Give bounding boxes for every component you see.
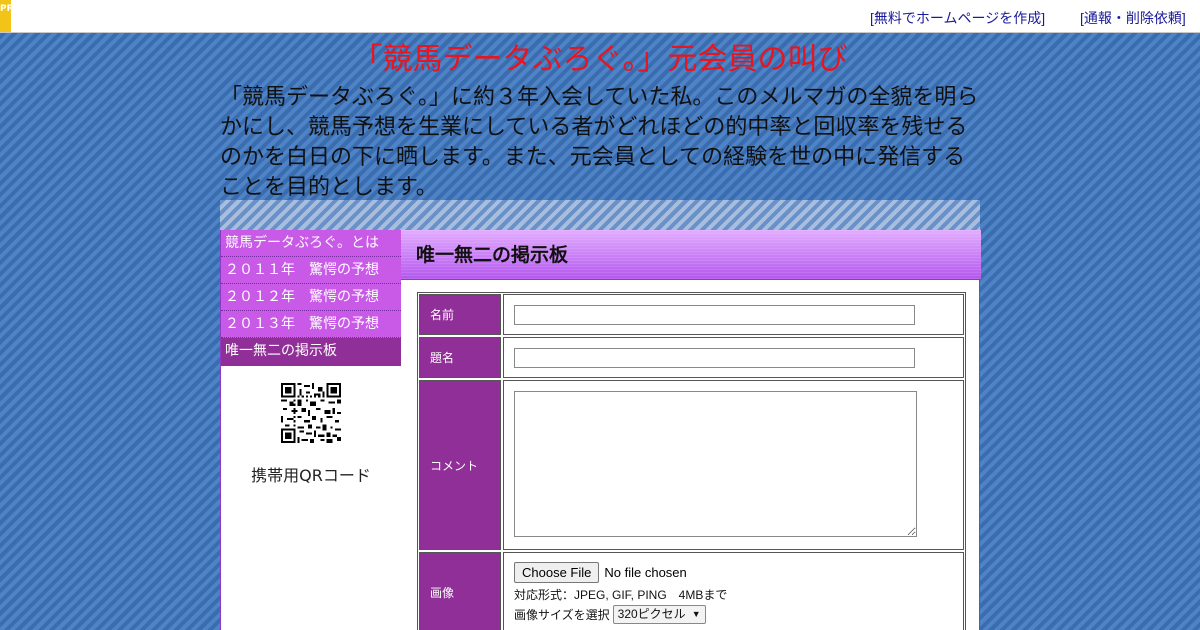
sidebar-item-2013[interactable]: ２０１３年 驚愕の予想 (221, 311, 401, 338)
chevron-down-icon: ▼ (691, 609, 701, 619)
choose-file-button[interactable]: Choose File (514, 562, 600, 583)
comment-textarea[interactable] (514, 391, 917, 537)
create-homepage-link[interactable]: [無料でホームページを作成] (870, 8, 1045, 28)
form-row-subject: 題名 (419, 337, 964, 378)
image-label: 画像 (419, 552, 501, 630)
site-description: 「競馬データぶろぐ。」に約３年入会していた私。このメルマガの全貌を明らかにし、競… (220, 85, 979, 200)
image-size-row: 画像サイズを選択 320ピクセル ▼ (514, 605, 953, 624)
file-picker: Choose File No file chosen (514, 562, 953, 583)
form-row-comment: コメント (419, 380, 964, 550)
header-stripe-divider (220, 200, 980, 230)
name-cell (503, 294, 964, 335)
image-cell: Choose File No file chosen 対応形式：JPEG, GI… (503, 552, 964, 630)
comment-cell (503, 380, 964, 550)
name-label: 名前 (419, 294, 501, 335)
pr-tag: PR (0, 0, 14, 32)
report-link[interactable]: [通報・削除依頼] (1080, 8, 1186, 28)
comment-label: コメント (419, 380, 501, 550)
form-row-name: 名前 (419, 294, 964, 335)
image-size-value: 320ピクセル (617, 607, 686, 621)
qr-code-label: 携帯用QRコード (251, 466, 371, 485)
top-ad-bar: PR [無料でホームページを作成] [通報・削除依頼] (0, 0, 1200, 33)
sidebar: 競馬データぶろぐ。とは ２０１１年 驚愕の予想 ２０１２年 驚愕の予想 ２０１３… (221, 230, 401, 485)
subject-label: 題名 (419, 337, 501, 378)
format-hint: 対応形式：JPEG, GIF, PING 4MBまで (514, 588, 728, 602)
qr-code-icon (281, 383, 341, 443)
form-row-image: 画像 Choose File No file chosen 対応形式：JPEG,… (419, 552, 964, 630)
subject-input[interactable] (514, 348, 915, 368)
sidebar-item-2011[interactable]: ２０１１年 驚愕の予想 (221, 257, 401, 284)
sidebar-item-bbs[interactable]: 唯一無二の掲示板 (221, 338, 401, 366)
sidebar-item-about[interactable]: 競馬データぶろぐ。とは (221, 230, 401, 257)
main-content: 唯一無二の掲示板 名前 題名 コメント 画像 Choose File No fi… (401, 230, 981, 630)
subject-cell (503, 337, 964, 378)
page-heading: 唯一無二の掲示板 (401, 230, 981, 280)
file-status-text: No file chosen (604, 565, 687, 580)
site-title[interactable]: 「競馬データぶろぐ。」元会員の叫び (220, 42, 980, 78)
main-container: 競馬データぶろぐ。とは ２０１１年 驚愕の予想 ２０１２年 驚愕の予想 ２０１３… (220, 230, 981, 630)
sidebar-item-2012[interactable]: ２０１２年 驚愕の予想 (221, 284, 401, 311)
bbs-post-form: 名前 題名 コメント 画像 Choose File No file chosen… (417, 292, 966, 630)
image-size-label: 画像サイズを選択 (514, 608, 610, 622)
image-size-select[interactable]: 320ピクセル ▼ (612, 605, 706, 624)
name-input[interactable] (514, 305, 915, 325)
